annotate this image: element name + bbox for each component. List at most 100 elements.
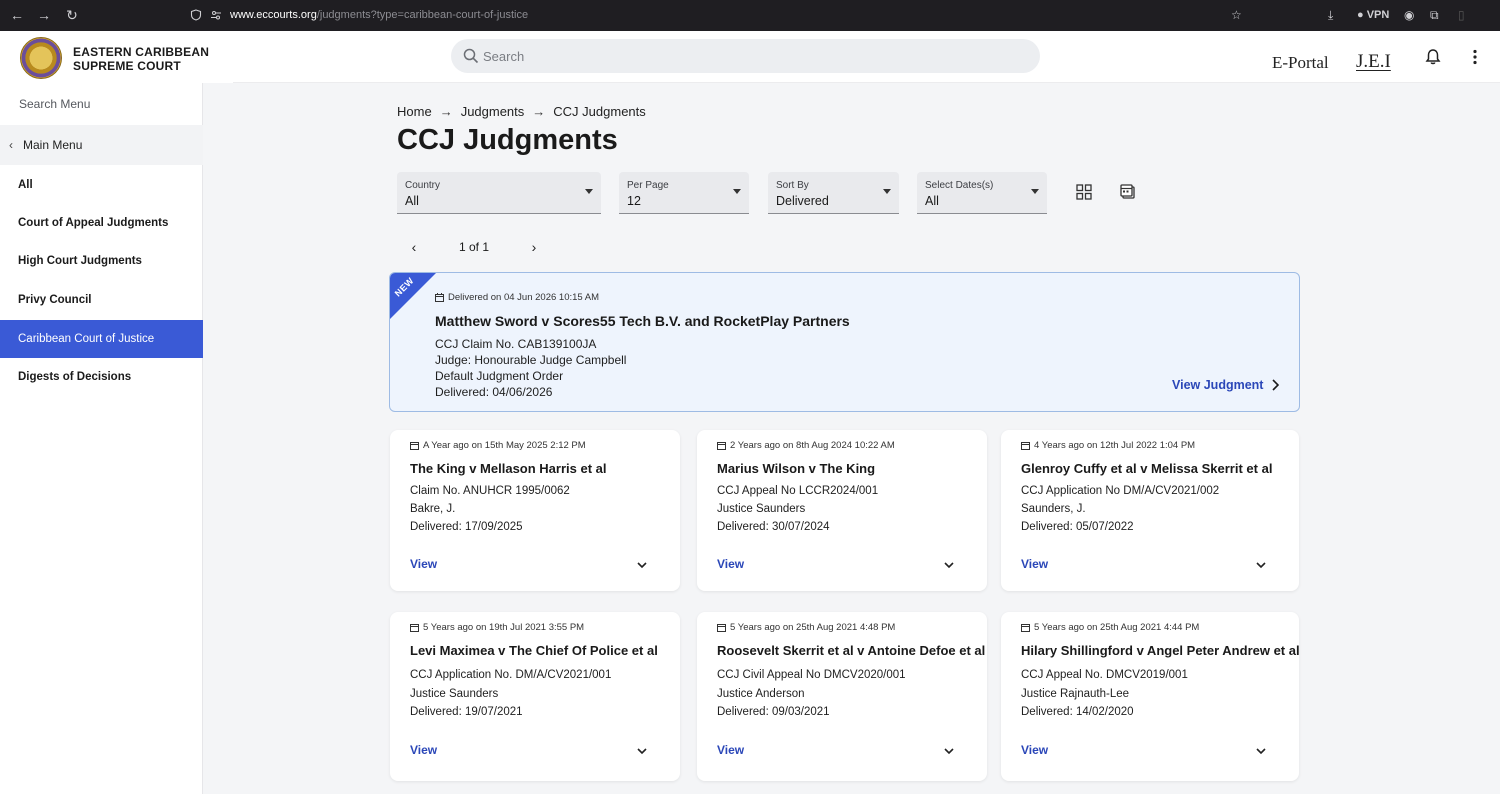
card-claim-no: CCJ Appeal No LCCR2024/001 xyxy=(717,485,879,497)
card-title: Levi Maximea v The Chief Of Police et al xyxy=(410,643,658,658)
card-claim-no: CCJ Application No DM/A/CV2021/002 xyxy=(1021,485,1220,497)
browser-toolbar: ← → ↻ www.eccourts.org/judgments?type=ca… xyxy=(0,0,1500,31)
card-judge: Justice Saunders xyxy=(410,688,499,700)
card-delivered: Delivered: 30/07/2024 xyxy=(717,521,830,533)
vpn-button[interactable]: ● VPN xyxy=(1357,6,1389,24)
calendar-icon xyxy=(435,293,444,302)
featured-date: Delivered on 04 Jun 2026 10:15 AM xyxy=(435,292,599,303)
calendar-icon xyxy=(717,442,726,450)
grid-view-icon[interactable] xyxy=(1076,184,1092,200)
back-arrow-icon[interactable]: ← xyxy=(8,6,26,24)
view-judgment-link[interactable]: View Judgment xyxy=(1172,378,1280,392)
sidebar-search[interactable]: Search Menu xyxy=(0,83,203,125)
dropdown-caret-icon xyxy=(733,189,741,194)
judgment-card[interactable]: 5 Years ago on 25th Aug 2021 4:44 PM Hil… xyxy=(1001,612,1300,781)
calendar-icon xyxy=(717,624,726,632)
calendar-icon xyxy=(410,624,419,632)
card-claim-no: CCJ Civil Appeal No DMCV2020/001 xyxy=(717,669,906,681)
breadcrumb: Home → Judgments → CCJ Judgments xyxy=(397,104,646,119)
sidebar-item-privy-council[interactable]: Privy Council xyxy=(0,281,203,319)
country-value: All xyxy=(405,194,419,208)
main-menu-label: Main Menu xyxy=(23,138,83,152)
per-page-select[interactable]: Per Page 12 xyxy=(619,172,749,214)
featured-title: Matthew Sword v Scores55 Tech B.V. and R… xyxy=(435,313,850,329)
card-title: The King v Mellason Harris et al xyxy=(410,461,607,476)
calendar-view-icon[interactable] xyxy=(1120,184,1136,200)
reload-icon[interactable]: ↻ xyxy=(63,6,81,24)
date-select[interactable]: Select Dates(s) All xyxy=(917,172,1047,214)
search-input[interactable] xyxy=(483,39,1023,73)
sort-by-select[interactable]: Sort By Delivered xyxy=(768,172,899,214)
card-view-link[interactable]: View xyxy=(717,557,744,571)
featured-order-type: Default Judgment Order xyxy=(435,369,564,383)
chevron-down-icon[interactable] xyxy=(943,745,955,757)
judgment-card[interactable]: 5 Years ago on 19th Jul 2021 3:55 PM Lev… xyxy=(390,612,680,781)
sidebar-item-caribbean-court[interactable]: Caribbean Court of Justice xyxy=(0,320,203,358)
card-date-text: 4 Years ago on 12th Jul 2022 1:04 PM xyxy=(1034,440,1196,451)
chevron-down-icon[interactable] xyxy=(636,745,648,757)
bookmark-star-icon[interactable]: ☆ xyxy=(1231,6,1242,24)
bell-icon[interactable] xyxy=(1424,48,1442,66)
judgment-card[interactable]: A Year ago on 15th May 2025 2:12 PM The … xyxy=(390,430,680,591)
judgment-card[interactable]: 4 Years ago on 12th Jul 2022 1:04 PM Gle… xyxy=(1001,430,1299,591)
page-indicator: 1 of 1 xyxy=(459,240,490,254)
card-delivered: Delivered: 19/07/2021 xyxy=(410,706,523,718)
page-title: CCJ Judgments xyxy=(397,124,618,156)
logo[interactable]: EASTERN CARIBBEAN SUPREME COURT xyxy=(0,31,233,83)
chevron-down-icon[interactable] xyxy=(636,559,648,571)
featured-judge: Judge: Honourable Judge Campbell xyxy=(435,353,627,367)
card-view-link[interactable]: View xyxy=(410,743,437,757)
jei-link[interactable]: J.E.I xyxy=(1356,51,1391,73)
card-claim-no: CCJ Appeal No. DMCV2019/001 xyxy=(1021,669,1188,681)
forward-arrow-icon[interactable]: → xyxy=(35,6,53,24)
main-menu-back[interactable]: ‹ Main Menu xyxy=(0,125,203,165)
chevron-down-icon[interactable] xyxy=(1255,559,1267,571)
sidebar-item-all[interactable]: All xyxy=(0,166,203,204)
next-page-button[interactable]: › xyxy=(527,239,541,255)
logo-text: EASTERN CARIBBEAN SUPREME COURT xyxy=(73,45,209,73)
chevron-down-icon[interactable] xyxy=(943,559,955,571)
logo-line-2: SUPREME COURT xyxy=(73,59,181,73)
download-icon[interactable]: ⤓ xyxy=(1328,6,1333,24)
featured-date-text: Delivered on 04 Jun 2026 10:15 AM xyxy=(448,292,600,303)
account-icon[interactable]: ◉ xyxy=(1404,6,1414,24)
search-bar[interactable] xyxy=(451,39,1040,73)
chevron-right-icon xyxy=(1272,379,1280,391)
card-view-link[interactable]: View xyxy=(1021,557,1048,571)
address-bar[interactable]: www.eccourts.org/judgments?type=caribbea… xyxy=(190,6,528,24)
chevron-left-icon: ‹ xyxy=(9,138,13,152)
card-date-text: A Year ago on 15th May 2025 2:12 PM xyxy=(423,440,586,451)
extensions-icon[interactable]: ⧉ xyxy=(1430,6,1439,24)
sidebar-item-high-court[interactable]: High Court Judgments xyxy=(0,242,203,280)
card-view-link[interactable]: View xyxy=(410,557,437,571)
more-options-icon[interactable] xyxy=(1468,48,1482,66)
country-select[interactable]: Country All xyxy=(397,172,601,214)
judgment-card[interactable]: 2 Years ago on 8th Aug 2024 10:22 AM Mar… xyxy=(697,430,987,591)
eportal-link[interactable]: E-Portal xyxy=(1272,53,1329,73)
vpn-icon: ● xyxy=(1357,9,1364,21)
card-judge: Justice Anderson xyxy=(717,688,805,700)
card-view-link[interactable]: View xyxy=(1021,743,1048,757)
card-judge: Justice Saunders xyxy=(717,503,806,515)
card-title: Roosevelt Skerrit et al v Antoine Defoe … xyxy=(717,643,986,658)
sidebar-item-digests[interactable]: Digests of Decisions xyxy=(0,358,203,396)
dropdown-caret-icon xyxy=(1031,189,1039,194)
site-settings-icon[interactable] xyxy=(210,9,222,21)
chevron-down-icon[interactable] xyxy=(1255,745,1267,757)
card-claim-no: Claim No. ANUHCR 1995/0062 xyxy=(410,485,570,497)
search-icon xyxy=(463,48,479,64)
sidebar-item-court-of-appeal[interactable]: Court of Appeal Judgments xyxy=(0,204,203,242)
judgment-card[interactable]: 5 Years ago on 25th Aug 2021 4:48 PM Roo… xyxy=(697,612,987,781)
sidebar-toggle-icon[interactable]: ▯ xyxy=(1458,6,1465,24)
per-page-value: 12 xyxy=(627,194,641,208)
prev-page-button[interactable]: ‹ xyxy=(407,239,421,255)
breadcrumb-judgments[interactable]: Judgments xyxy=(461,104,525,119)
card-judge: Bakre, J. xyxy=(410,503,456,515)
breadcrumb-home[interactable]: Home xyxy=(397,104,432,119)
card-date-text: 2 Years ago on 8th Aug 2024 10:22 AM xyxy=(730,440,895,451)
url-path: /judgments?type=caribbean-court-of-justi… xyxy=(316,9,529,21)
logo-line-1: EASTERN CARIBBEAN xyxy=(73,45,210,59)
calendar-icon xyxy=(1021,624,1030,632)
card-view-link[interactable]: View xyxy=(717,743,744,757)
featured-judgment-card[interactable]: NEW Delivered on 04 Jun 2026 10:15 AM Ma… xyxy=(389,272,1300,412)
